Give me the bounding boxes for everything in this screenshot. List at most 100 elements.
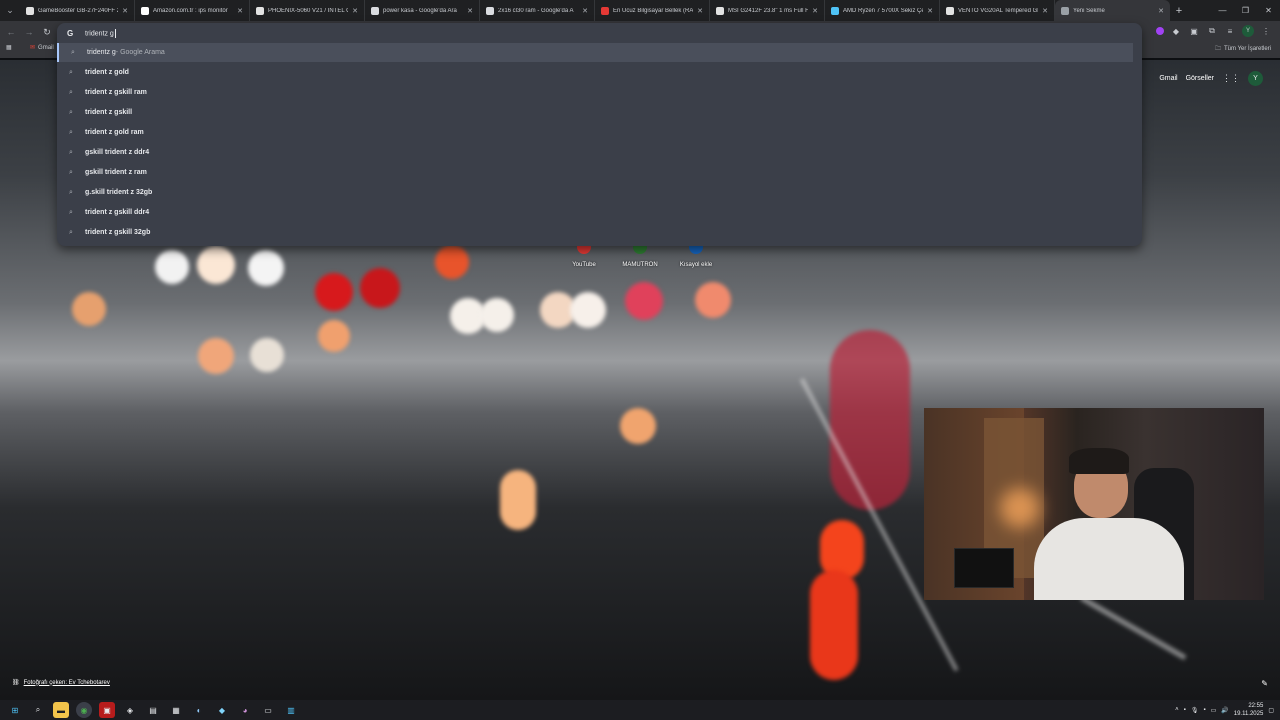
browser-tab[interactable]: Yeni Sekme ✕ [1055, 0, 1170, 21]
forward-button[interactable]: → [22, 25, 36, 39]
customize-pen-icon[interactable]: ✎ [1261, 679, 1268, 688]
bookmark-gmail[interactable]: ✉ Gmail [30, 44, 54, 52]
browser-tab[interactable]: MSI G2412F 23.8" 1 ms Full H ✕ [710, 0, 825, 21]
maximize-button[interactable]: ❐ [1234, 0, 1257, 21]
tab-close-icon[interactable]: ✕ [697, 7, 703, 15]
suggestion-completion-text: skill ram [118, 89, 147, 96]
tab-search-button[interactable]: ⌄ [0, 0, 20, 21]
network-icon[interactable]: ▭ [1211, 707, 1217, 714]
app-icon[interactable]: ▭ [260, 702, 276, 718]
tab-title: Amazon.com.tr : ips monitör [153, 7, 228, 14]
tab-title: Yeni Sekme [1073, 7, 1105, 14]
ntp-header-links: Gmail Görseller ⋮⋮ Y [1159, 71, 1263, 86]
chevron-up-icon[interactable]: ˄ [1175, 707, 1179, 713]
browser-tab[interactable]: power kasa - Google'da Ara ✕ [365, 0, 480, 21]
profile-avatar[interactable]: Y [1242, 25, 1254, 37]
tray-app-icon[interactable]: ▪ [1184, 707, 1186, 713]
app-icon[interactable]: ▥ [283, 702, 299, 718]
browser-tab[interactable]: En Ucuz Bilgisayar Bellek (RA ✕ [595, 0, 710, 21]
images-link[interactable]: Görseller [1186, 75, 1214, 82]
browser-tab[interactable]: PHOENIX-5060 V21 / INTEL C ✕ [250, 0, 365, 21]
tab-close-icon[interactable]: ✕ [237, 7, 243, 15]
close-window-button[interactable]: ✕ [1257, 0, 1280, 21]
tab-favicon-icon [1061, 6, 1069, 15]
tab-close-icon[interactable]: ✕ [1158, 7, 1164, 15]
omnibox-suggestion[interactable]: ⌕ g .skill trident z 32gb [57, 183, 1142, 202]
clock-date: 19.11.2025 [1233, 711, 1264, 717]
extensions-puzzle-icon[interactable]: ⧉ [1206, 25, 1218, 37]
tab-favicon-icon [831, 6, 839, 15]
browser-tab[interactable]: VENTO VG20AL Tempered Gl ✕ [940, 0, 1055, 21]
tab-close-icon[interactable]: ✕ [1042, 7, 1048, 15]
tab-close-icon[interactable]: ✕ [467, 7, 473, 15]
tab-favicon-icon [26, 6, 34, 15]
browser-tab[interactable]: AMD Ryzen 7 5700X Sekiz Çe ✕ [825, 0, 940, 21]
search-icon: ⌕ [69, 88, 73, 96]
tab-title: power kasa - Google'da Ara [383, 7, 457, 14]
volume-icon[interactable]: 🔊 [1221, 707, 1228, 714]
tab-favicon-icon [946, 6, 954, 15]
shortcut-label: YouTube [572, 262, 596, 268]
tab-close-icon[interactable]: ✕ [812, 7, 818, 15]
app-icon[interactable]: ◆ [214, 702, 230, 718]
apps-grid-icon[interactable]: ▦ [6, 44, 12, 51]
omnibox-suggestion[interactable]: ⌕ g skill trident z ram [57, 163, 1142, 182]
minimize-button[interactable]: — [1211, 0, 1234, 21]
address-input[interactable]: tridentz g [85, 28, 116, 38]
tab-groups-icon[interactable]: ≡ [1224, 25, 1236, 37]
file-explorer-icon[interactable]: ▬ [53, 702, 69, 718]
gmail-icon: ✉ [30, 45, 36, 51]
gmail-link[interactable]: Gmail [1159, 75, 1177, 82]
omnibox-suggestion[interactable]: ⌕ tridentz g - Google Arama [57, 43, 1133, 62]
windows-start-icon[interactable]: ⊞ [7, 702, 23, 718]
browser-tab[interactable]: 2x16 cl30 ram - Google'da A ✕ [480, 0, 595, 21]
omnibox-suggestion[interactable]: ⌕ trident z g skill 32gb [57, 223, 1142, 242]
extension-icon[interactable] [1156, 27, 1164, 35]
google-apps-icon[interactable]: ⋮⋮ [1222, 73, 1240, 84]
app-icon[interactable]: ◕ [237, 702, 253, 718]
suggestion-completion-text: - Google Arama [115, 49, 165, 56]
menu-icon[interactable]: ⋮ [1260, 25, 1272, 37]
clock[interactable]: 22:55 19.11.2025 [1234, 702, 1264, 718]
browser-tab[interactable]: GameBooster GB-27F240FF 2 ✕ [20, 0, 135, 21]
omnibox-suggestion[interactable]: ⌕ trident z g old [57, 63, 1142, 82]
chrome-icon[interactable]: ◉ [76, 702, 92, 718]
tab-favicon-icon [601, 6, 609, 15]
notifications-icon[interactable]: ▢ [1268, 707, 1274, 714]
app-icon[interactable]: ◈ [122, 702, 138, 718]
account-avatar[interactable]: Y [1248, 71, 1263, 86]
back-button[interactable]: ← [4, 25, 18, 39]
suggestion-typed-text: trident z g [85, 229, 119, 236]
tab-close-icon[interactable]: ✕ [352, 7, 358, 15]
screen: ⌄ GameBooster GB-27F240FF 2 ✕ Amazon.com.t… [0, 0, 1280, 720]
omnibox-suggestion[interactable]: ⌕ trident z g skill ddr4 [57, 203, 1142, 222]
omnibox-suggestion[interactable]: ⌕ trident z g skill ram [57, 83, 1142, 102]
app-icon[interactable]: ▤ [145, 702, 161, 718]
omnibox-suggestion[interactable]: ⌕ g skill trident z ddr4 [57, 143, 1142, 162]
suggestion-completion-text: skill ddr4 [118, 209, 150, 216]
browser-tab[interactable]: Amazon.com.tr : ips monitör ✕ [135, 0, 250, 21]
tab-title: PHOENIX-5060 V21 / INTEL C [268, 7, 349, 14]
omnibox-suggestion[interactable]: ⌕ trident z g old ram [57, 123, 1142, 142]
steam-icon[interactable]: ◐ [191, 702, 207, 718]
photo-credit[interactable]: ⛓ Fotoğrafı çeken: Ev Tchebotarev [12, 679, 110, 687]
address-bar[interactable]: G tridentz g [57, 23, 1142, 43]
new-tab-button[interactable]: + [1170, 5, 1188, 17]
omnibox-dropdown: G tridentz g ⌕ tridentz g - Google Arama ⌕… [57, 23, 1142, 246]
extension-icon[interactable]: ▣ [1188, 25, 1200, 37]
extension-icon[interactable]: ◆ [1170, 25, 1182, 37]
search-icon[interactable]: ⌕ [30, 702, 46, 718]
reload-button[interactable]: ↻ [40, 25, 54, 39]
all-bookmarks[interactable]: 🗀 Tüm Yer İşaretleri [1215, 44, 1271, 54]
search-icon: ⌕ [71, 48, 75, 56]
system-tray: ˄ ▪ 🎙 ▪ ▭ 🔊 22:55 19.11.2025 ▢ [1175, 700, 1274, 720]
app-icon[interactable]: ▣ [99, 702, 115, 718]
tab-title: MSI G2412F 23.8" 1 ms Full H [728, 7, 809, 14]
tray-app-icon[interactable]: ▪ [1203, 707, 1205, 713]
omnibox-suggestion[interactable]: ⌕ trident z g skill [57, 103, 1142, 122]
tab-close-icon[interactable]: ✕ [122, 7, 128, 15]
tab-close-icon[interactable]: ✕ [927, 7, 933, 15]
app-icon[interactable]: ▦ [168, 702, 184, 718]
microphone-icon[interactable]: 🎙 [1191, 707, 1199, 714]
tab-close-icon[interactable]: ✕ [582, 7, 588, 15]
